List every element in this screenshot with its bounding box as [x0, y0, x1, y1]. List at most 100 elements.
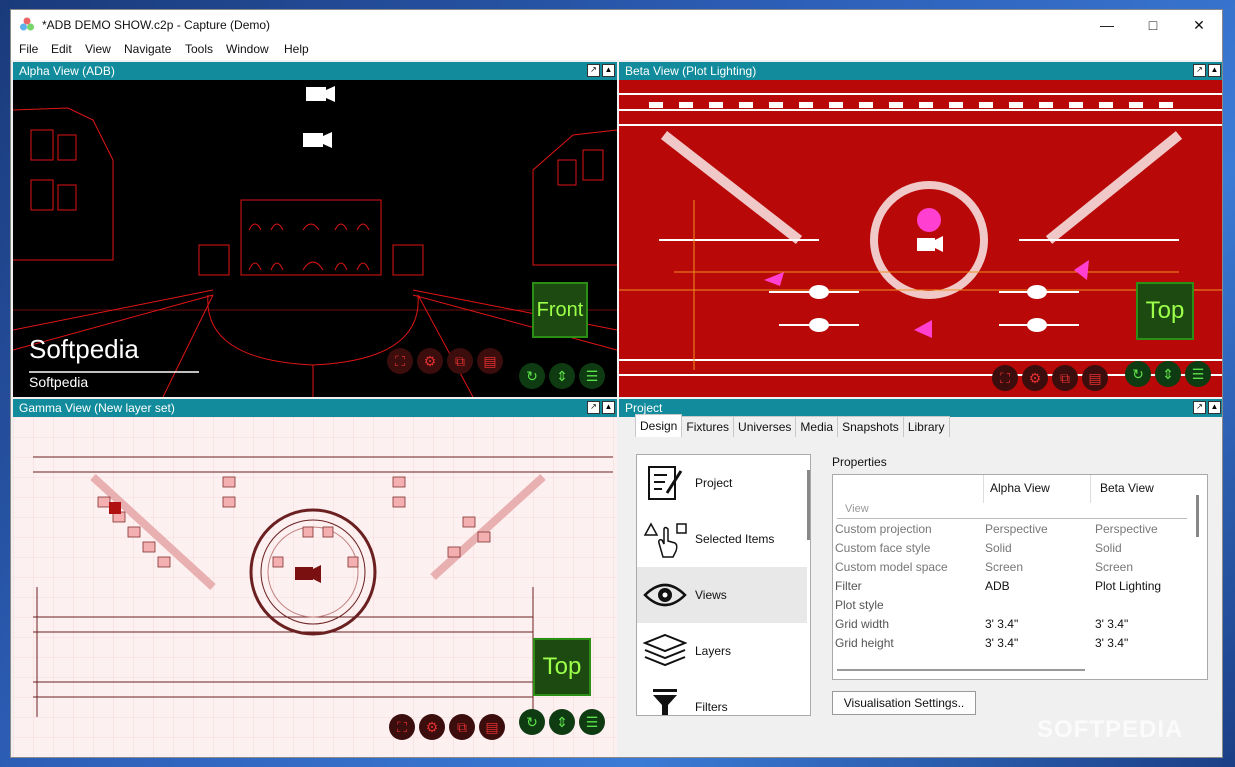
property-row[interactable]: Filter ADB Plot Lighting: [833, 577, 1193, 596]
property-name: Grid height: [835, 636, 894, 650]
project-panel-controls: ↗ ▲: [1193, 401, 1221, 414]
nav-scrollbar[interactable]: [807, 470, 810, 540]
copy-view-icon[interactable]: ⧉: [1052, 365, 1078, 391]
alpha-view-toolbar: ⛶ ⚙ ⧉ ▤: [387, 348, 503, 374]
nav-item-filters[interactable]: Filters: [637, 679, 807, 715]
pan-icon[interactable]: ⇕: [549, 363, 575, 389]
pan-icon[interactable]: ⇕: [549, 709, 575, 735]
column-beta-view: Beta View: [1100, 481, 1154, 495]
menu-window[interactable]: Window: [226, 42, 269, 56]
zoom-extents-icon[interactable]: ⛶: [992, 365, 1018, 391]
zoom-extents-icon[interactable]: ⛶: [387, 348, 413, 374]
nav-label-filters: Filters: [695, 700, 728, 714]
app-logo-icon: [20, 17, 34, 31]
menu-icon[interactable]: ☰: [579, 363, 605, 389]
rotate-icon[interactable]: ↻: [519, 363, 545, 389]
rotate-icon[interactable]: ↻: [1125, 361, 1151, 387]
property-value-alpha: Solid: [985, 541, 1012, 555]
nav-label-project: Project: [695, 476, 733, 490]
settings-gear-icon[interactable]: ⚙: [419, 714, 445, 740]
undock-icon[interactable]: ↗: [587, 64, 600, 77]
column-alpha-view: Alpha View: [990, 481, 1050, 495]
property-row[interactable]: Custom face style Solid Solid: [833, 539, 1193, 558]
tab-fixtures[interactable]: Fixtures: [681, 416, 735, 437]
tab-library[interactable]: Library: [902, 416, 950, 437]
copy-view-icon[interactable]: ⧉: [447, 348, 473, 374]
menu-tools[interactable]: Tools: [185, 42, 213, 56]
funnel-icon: [653, 689, 677, 715]
gamma-viewport[interactable]: Top ⛶ ⚙ ⧉ ▤ ↻ ⇕ ☰: [13, 417, 617, 757]
property-row[interactable]: Custom model space Screen Screen: [833, 558, 1193, 577]
property-row[interactable]: Custom projection Perspective Perspectiv…: [833, 520, 1193, 539]
notes-icon[interactable]: ▤: [479, 714, 505, 740]
nav-item-views[interactable]: Views: [637, 567, 807, 623]
property-value-alpha: ADB: [985, 579, 1010, 593]
undock-icon[interactable]: ↗: [587, 401, 600, 414]
tab-design[interactable]: Design: [635, 414, 683, 437]
top-view-badge[interactable]: Top: [1136, 282, 1194, 340]
rotate-icon[interactable]: ↻: [519, 709, 545, 735]
beta-viewport[interactable]: Top ⛶ ⚙ ⧉ ▤ ↻ ⇕ ☰: [619, 80, 1222, 397]
properties-grid: Alpha View Beta View View Custom project…: [832, 474, 1208, 680]
tab-snapshots[interactable]: Snapshots: [837, 416, 904, 437]
app-window: *ADB DEMO SHOW.c2p - Capture (Demo) — □ …: [10, 9, 1223, 758]
alpha-view-panel: Alpha View (ADB) ↗ ▲ Softpedia Softpedia…: [13, 62, 617, 397]
maximize-panel-icon[interactable]: ▲: [602, 401, 615, 414]
nav-item-project[interactable]: Project: [637, 455, 807, 511]
nav-item-layers[interactable]: Layers: [637, 623, 807, 679]
notes-icon[interactable]: ▤: [477, 348, 503, 374]
menu-help[interactable]: Help: [284, 42, 309, 56]
property-value-beta: 3' 3.4": [1095, 617, 1129, 631]
property-value-beta: Screen: [1095, 560, 1134, 574]
front-view-badge[interactable]: Front: [532, 282, 588, 338]
undock-icon[interactable]: ↗: [1193, 401, 1206, 414]
menu-file[interactable]: File: [19, 42, 38, 56]
section-view: View: [845, 503, 869, 515]
property-value-alpha: Perspective: [985, 522, 1048, 536]
top-view-badge[interactable]: Top: [533, 638, 591, 696]
tab-media[interactable]: Media: [795, 416, 839, 437]
softpedia-watermark: SOFTPEDIA: [1037, 716, 1184, 743]
maximize-panel-icon[interactable]: ▲: [602, 64, 615, 77]
alpha-viewport[interactable]: Softpedia Softpedia Front ⛶ ⚙ ⧉ ▤ ↻ ⇕ ☰: [13, 80, 617, 397]
menu-view[interactable]: View: [85, 42, 111, 56]
maximize-panel-icon[interactable]: ▲: [1208, 401, 1221, 414]
nav-item-selected-items[interactable]: Selected Items: [637, 511, 807, 567]
grid-horizontal-scrollbar[interactable]: [837, 669, 1085, 671]
beta-view-toolbar: ⛶ ⚙ ⧉ ▤: [992, 365, 1108, 391]
project-panel-title: Project: [619, 399, 1222, 417]
maximize-button[interactable]: □: [1130, 10, 1176, 40]
minimize-button[interactable]: —: [1084, 10, 1130, 40]
menu-edit[interactable]: Edit: [51, 42, 72, 56]
property-row[interactable]: Grid height 3' 3.4" 3' 3.4": [833, 634, 1193, 653]
property-name: Custom face style: [835, 541, 931, 555]
softpedia-watermark-small: Softpedia: [29, 374, 89, 390]
clipboard-pen-icon: [648, 466, 683, 500]
gamma-view-panel: Gamma View (New layer set) ↗ ▲ Top ⛶ ⚙ ⧉…: [13, 399, 617, 757]
copy-view-icon[interactable]: ⧉: [449, 714, 475, 740]
menu-icon[interactable]: ☰: [1185, 361, 1211, 387]
beta-scene: [619, 93, 1222, 376]
notes-icon[interactable]: ▤: [1082, 365, 1108, 391]
softpedia-watermark-large: Softpedia: [29, 334, 139, 364]
grid-vertical-scrollbar[interactable]: [1196, 495, 1199, 537]
pan-icon[interactable]: ⇕: [1155, 361, 1181, 387]
menu-icon[interactable]: ☰: [579, 709, 605, 735]
gamma-scene: [13, 417, 617, 757]
tab-universes[interactable]: Universes: [733, 416, 797, 437]
visualisation-settings-button[interactable]: Visualisation Settings..: [832, 691, 976, 715]
property-row[interactable]: Plot style: [833, 596, 1193, 615]
settings-gear-icon[interactable]: ⚙: [1022, 365, 1048, 391]
zoom-extents-icon[interactable]: ⛶: [389, 714, 415, 740]
property-value-alpha: 3' 3.4": [985, 636, 1019, 650]
undock-icon[interactable]: ↗: [1193, 64, 1206, 77]
property-row[interactable]: Grid width 3' 3.4" 3' 3.4": [833, 615, 1193, 634]
property-name: Custom projection: [835, 522, 932, 536]
settings-gear-icon[interactable]: ⚙: [417, 348, 443, 374]
gamma-view-nav: ↻ ⇕ ☰: [519, 709, 605, 735]
maximize-panel-icon[interactable]: ▲: [1208, 64, 1221, 77]
close-button[interactable]: ✕: [1176, 10, 1222, 40]
nav-label-selected-items: Selected Items: [695, 532, 775, 546]
menu-navigate[interactable]: Navigate: [124, 42, 171, 56]
beta-view-nav: ↻ ⇕ ☰: [1125, 361, 1211, 387]
